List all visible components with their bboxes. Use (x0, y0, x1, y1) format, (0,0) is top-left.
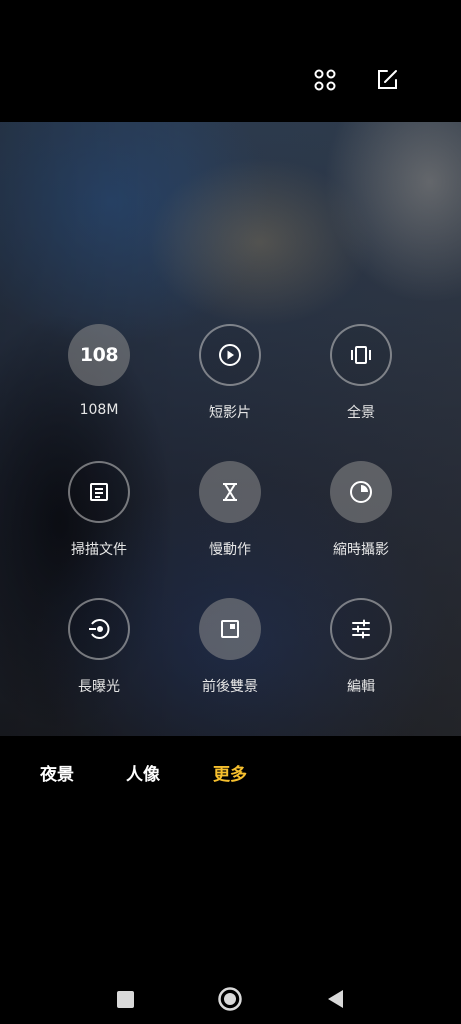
mode-label: 前後雙景 (202, 679, 258, 695)
tab-portrait[interactable]: 人像 (126, 760, 160, 785)
mode-panorama[interactable]: 全景 (296, 324, 426, 422)
mode-label: 慢動作 (209, 542, 251, 558)
mode-label: 長曝光 (78, 679, 120, 695)
recents-icon[interactable] (110, 984, 140, 1014)
hourglass-icon (199, 461, 261, 523)
edit-icon[interactable] (371, 64, 403, 96)
108-icon: 108 (68, 324, 130, 386)
mode-switcher: 夜景 人像 更多 (0, 736, 461, 806)
mode-dual-video[interactable]: 前後雙景 (165, 598, 295, 696)
document-icon (68, 461, 130, 523)
play-icon (199, 324, 261, 386)
dual-camera-icon (199, 598, 261, 660)
mode-document[interactable]: 掃描文件 (34, 461, 164, 559)
top-bar (0, 0, 461, 122)
mode-label: 108M (79, 402, 119, 418)
system-nav-bar (0, 960, 461, 1024)
mode-short-video[interactable]: 短影片 (165, 324, 295, 422)
mode-label: 編輯 (347, 679, 375, 695)
tab-night[interactable]: 夜景 (40, 760, 74, 785)
mode-long-exposure[interactable]: 長曝光 (34, 598, 164, 696)
mode-slow-motion[interactable]: 慢動作 (165, 461, 295, 559)
timer-icon (330, 461, 392, 523)
panorama-icon (330, 324, 392, 386)
grid-icon[interactable] (309, 64, 341, 96)
mode-108m[interactable]: 108 108M (34, 324, 164, 418)
mode-label: 掃描文件 (71, 542, 127, 558)
sliders-icon (330, 598, 392, 660)
long-exposure-icon (68, 598, 130, 660)
mode-timelapse[interactable]: 縮時攝影 (296, 461, 426, 559)
mode-label: 縮時攝影 (333, 542, 389, 558)
home-icon[interactable] (215, 984, 245, 1014)
mode-label: 短影片 (209, 405, 251, 421)
mode-label: 全景 (347, 405, 375, 421)
tab-more[interactable]: 更多 (213, 760, 247, 785)
mode-edit[interactable]: 編輯 (296, 598, 426, 696)
back-icon[interactable] (320, 984, 350, 1014)
